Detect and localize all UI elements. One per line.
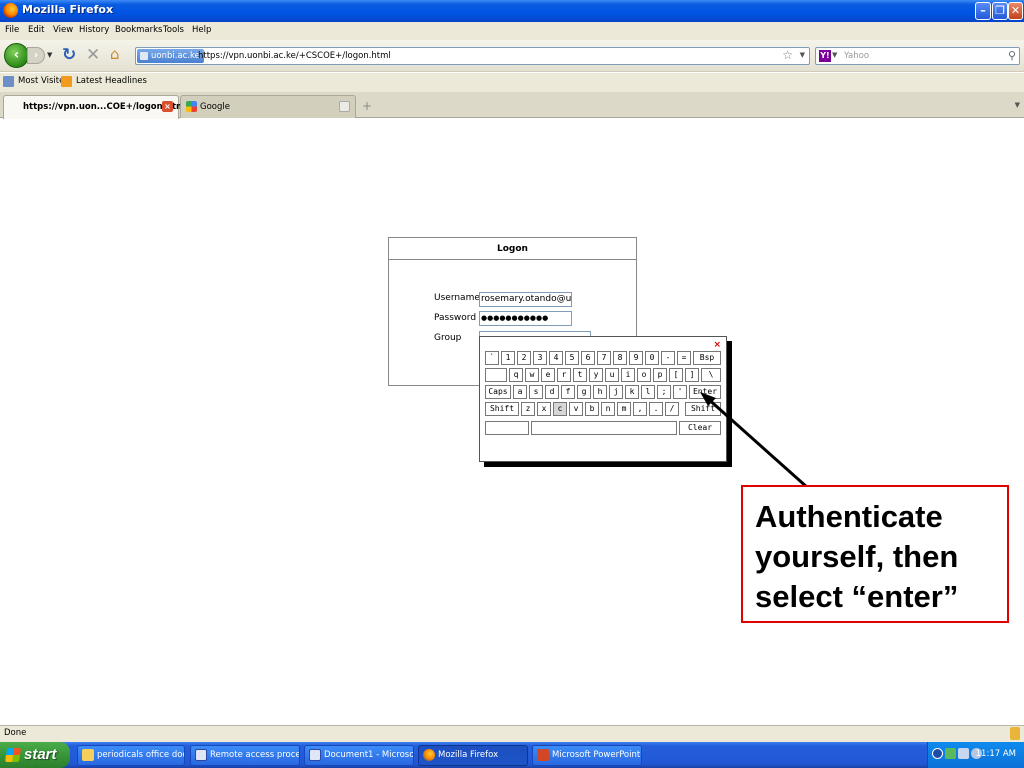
bookmark-latest-headlines[interactable]: Latest Headlines	[61, 76, 147, 87]
powerpoint-icon	[537, 749, 549, 761]
padlock-icon[interactable]	[1010, 727, 1020, 740]
menu-view[interactable]: View	[53, 25, 73, 35]
back-button[interactable]: ‹	[4, 43, 29, 68]
taskbar-item-powerpoint[interactable]: Microsoft PowerPoint ...	[532, 745, 642, 766]
windows-taskbar: start periodicals office docs Remote acc…	[0, 742, 1024, 768]
menu-bookmarks[interactable]: Bookmarks	[115, 25, 163, 35]
word-document-icon	[195, 749, 207, 761]
taskbar-item-label: periodicals office docs	[97, 750, 185, 760]
start-button[interactable]: start	[0, 742, 70, 768]
menu-edit[interactable]: Edit	[28, 25, 44, 35]
bookmark-most-visited[interactable]: Most Visited	[3, 76, 70, 87]
monitor-icon[interactable]	[958, 748, 969, 759]
yahoo-icon[interactable]: Y!	[819, 50, 831, 62]
close-window-button[interactable]: ✕	[1008, 2, 1023, 20]
minimize-button[interactable]: –	[975, 2, 991, 20]
network-icon[interactable]	[945, 748, 956, 759]
rss-feed-icon	[61, 76, 72, 87]
restore-button[interactable]: ❐	[992, 2, 1008, 20]
windows-logo-icon	[5, 748, 21, 762]
menu-bar: File Edit View History Bookmarks Tools H…	[0, 22, 1024, 40]
stop-icon[interactable]: ✕	[86, 45, 100, 65]
home-icon[interactable]: ⌂	[110, 45, 120, 63]
annotation-text: Authenticate yourself, then select “ente…	[755, 499, 959, 614]
tab-google[interactable]: Google	[180, 95, 356, 118]
forward-button[interactable]: ›	[27, 47, 45, 64]
folder-icon	[82, 749, 94, 761]
url-dropdown-icon[interactable]: ▼	[800, 51, 805, 59]
firefox-icon	[423, 749, 435, 761]
site-icon	[140, 52, 148, 60]
site-identity-label: uonbi.ac.ke	[151, 51, 200, 61]
annotation-callout: Authenticate yourself, then select “ente…	[741, 485, 1009, 623]
taskbar-item-firefox[interactable]: Mozilla Firefox	[418, 745, 528, 766]
system-tray: 11:17 AM	[927, 742, 1024, 768]
menu-help[interactable]: Help	[192, 25, 211, 35]
menu-file[interactable]: File	[5, 25, 19, 35]
status-text: Done	[4, 728, 27, 738]
arrow-line	[705, 395, 809, 490]
taskbar-item-label: Document1 - Microsof...	[324, 750, 414, 760]
status-bar: Done	[0, 725, 1024, 742]
firefox-icon	[3, 3, 18, 18]
page-content: Logon Username rosemary.otando@uonbi.ac.…	[0, 119, 1024, 725]
url-text[interactable]: https://vpn.uonbi.ac.ke/+CSCOE+/logon.ht…	[198, 51, 391, 61]
bookmarks-toolbar: Most Visited Latest Headlines	[0, 73, 1024, 92]
tab-vpn-logon[interactable]: https://vpn.uon...COE+/logon.html ×	[3, 95, 188, 119]
taskbar-item-document1[interactable]: Document1 - Microsof...	[304, 745, 414, 766]
tab-label: Google	[200, 102, 230, 112]
tray-expand-icon[interactable]	[932, 748, 943, 759]
site-identity-button[interactable]: uonbi.ac.ke	[137, 49, 204, 63]
tab-list-dropdown-icon[interactable]: ▼	[1015, 101, 1020, 109]
history-dropdown-icon[interactable]: ▼	[47, 51, 52, 59]
word-document-icon	[309, 749, 321, 761]
window-title: Mozilla Firefox	[22, 3, 114, 16]
taskbar-item-label: Remote access proce...	[210, 750, 300, 760]
tab-close-icon[interactable]: ×	[162, 101, 173, 112]
reload-icon[interactable]: ↻	[62, 45, 76, 65]
taskbar-item-label: Mozilla Firefox	[438, 750, 499, 760]
google-icon	[186, 101, 197, 112]
taskbar-item-remote-access[interactable]: Remote access proce...	[190, 745, 300, 766]
search-input[interactable]: Yahoo	[844, 51, 869, 61]
taskbar-item-periodicals[interactable]: periodicals office docs	[77, 745, 185, 766]
bookmark-label: Latest Headlines	[76, 76, 147, 86]
tab-close-icon[interactable]	[339, 101, 350, 112]
tab-strip: https://vpn.uon...COE+/logon.html × Goog…	[0, 92, 1024, 119]
search-bar[interactable]: Y! ▼ Yahoo ⚲	[815, 47, 1020, 65]
system-clock[interactable]: 11:17 AM	[976, 749, 1016, 759]
search-engine-dropdown-icon[interactable]: ▼	[832, 51, 837, 59]
menu-tools[interactable]: Tools	[163, 25, 184, 35]
navigation-toolbar: ‹ › ▼ ↻ ✕ ⌂ uonbi.ac.ke https://vpn.uonb…	[0, 40, 1024, 72]
folder-icon	[3, 76, 14, 87]
window-titlebar[interactable]: Mozilla Firefox – ❐ ✕	[0, 0, 1024, 22]
magnifier-icon[interactable]: ⚲	[1008, 49, 1016, 62]
url-bar[interactable]: uonbi.ac.ke https://vpn.uonbi.ac.ke/+CSC…	[135, 47, 810, 65]
start-label: start	[24, 746, 57, 763]
taskbar-item-label: Microsoft PowerPoint ...	[552, 750, 642, 760]
callout-arrow	[700, 392, 809, 490]
new-tab-icon[interactable]: +	[362, 99, 372, 113]
bookmark-star-icon[interactable]: ☆	[782, 48, 793, 62]
menu-history[interactable]: History	[79, 25, 109, 35]
